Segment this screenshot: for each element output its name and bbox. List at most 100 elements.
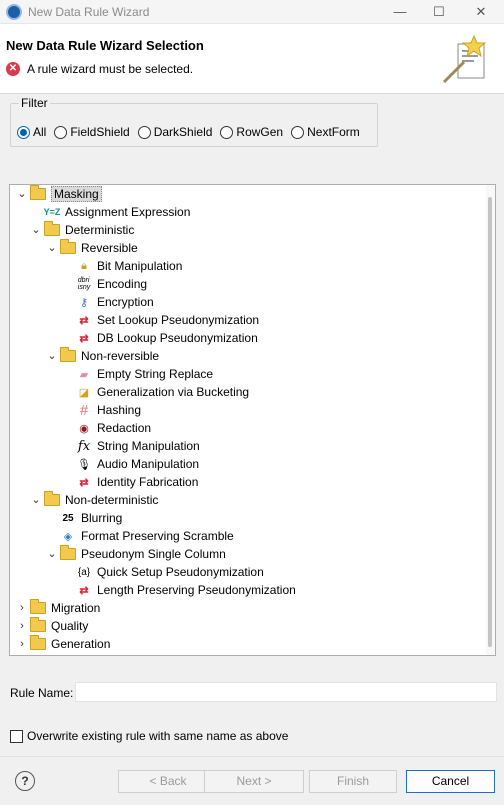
chevron-down-icon[interactable]: ⌄ xyxy=(46,347,58,365)
tree-item-label: Set Lookup Pseudonymization xyxy=(97,313,260,327)
tree-item-reversible[interactable]: ⌄ Reversible xyxy=(46,239,138,257)
encoding-icon: dbri isny xyxy=(77,277,91,291)
window-title: New Data Rule Wizard xyxy=(28,5,150,19)
tree-item-hashing[interactable]: # Hashing xyxy=(62,401,141,419)
finish-button[interactable]: Finish xyxy=(309,770,397,793)
folder-open-icon xyxy=(30,185,46,202)
tree-item-migration[interactable]: › Migration xyxy=(16,599,100,617)
tree-item-generation[interactable]: › Generation xyxy=(16,635,110,653)
tree-item-label: Generalization via Bucketing xyxy=(97,385,250,399)
minimize-icon[interactable]: — xyxy=(385,2,415,22)
tree-scrollbar[interactable] xyxy=(486,185,495,655)
filter-radio-fieldshield[interactable]: FieldShield xyxy=(54,125,130,139)
chevron-right-icon[interactable]: › xyxy=(16,617,28,635)
tree-item-masking[interactable]: ⌄ Masking xyxy=(16,185,102,203)
tree-item-encoding[interactable]: dbri isny Encoding xyxy=(62,275,147,293)
tree-item-non-reversible[interactable]: ⌄ Non-reversible xyxy=(46,347,159,365)
radio-label: All xyxy=(33,125,47,139)
pseudonym-icon: ⇄ xyxy=(79,476,89,489)
radio-label: RowGen xyxy=(236,125,284,139)
chevron-right-icon[interactable]: › xyxy=(16,599,28,617)
tree-item-bit-manipulation[interactable]: 🔒︎ Bit Manipulation xyxy=(62,257,182,275)
rule-name-label: Rule Name: xyxy=(10,686,74,700)
radio-dot[interactable] xyxy=(137,125,151,139)
wizard-banner: New Data Rule Wizard Selection ✕ A rule … xyxy=(0,24,504,94)
tree-item-string-manipulation[interactable]: fx String Manipulation xyxy=(62,437,200,455)
tree-item-encryption[interactable]: ⚷ Encryption xyxy=(62,293,154,311)
filter-radio-darkshield[interactable]: DarkShield xyxy=(137,125,213,139)
tree-item-db-lookup-pseudonymization[interactable]: ⇄ DB Lookup Pseudonymization xyxy=(62,329,258,347)
rule-tree[interactable]: ⌄ Masking Y=Z Assignment Expression ⌄ De… xyxy=(9,184,496,656)
radio-label: FieldShield xyxy=(70,125,130,139)
tree-item-format-preserving-scramble[interactable]: ◈ Format Preserving Scramble xyxy=(46,527,234,545)
tree-item-label: Quality xyxy=(51,619,89,633)
chevron-down-icon[interactable]: ⌄ xyxy=(16,185,28,203)
tree-item-label: Reversible xyxy=(81,241,138,255)
tree-item-identity-fabrication[interactable]: ⇄ Identity Fabrication xyxy=(62,473,198,491)
close-icon[interactable]: ✕ xyxy=(466,2,496,22)
tree-item-generalization-via-bucketing[interactable]: ◪ Generalization via Bucketing xyxy=(62,383,249,401)
tree-item-label: Format Preserving Scramble xyxy=(81,529,234,543)
radio-dot[interactable] xyxy=(220,125,234,139)
back-button[interactable]: < Back xyxy=(118,770,218,793)
tree-item-set-lookup-pseudonymization[interactable]: ⇄ Set Lookup Pseudonymization xyxy=(62,311,259,329)
tree-item-non-deterministic[interactable]: ⌄ Non-deterministic xyxy=(30,491,158,509)
tree-item-label: Bit Manipulation xyxy=(97,259,183,273)
help-icon[interactable]: ? xyxy=(15,771,35,791)
tree-item-pseudonym-single-column[interactable]: ⌄ Pseudonym Single Column xyxy=(46,545,226,563)
checkbox-box[interactable] xyxy=(10,729,23,743)
radio-dot[interactable] xyxy=(17,125,30,139)
tree-item-empty-string-replace[interactable]: ▰ Empty String Replace xyxy=(62,365,213,383)
folder-open-icon xyxy=(44,491,60,508)
chevron-down-icon[interactable]: ⌄ xyxy=(46,545,58,563)
chevron-down-icon[interactable]: ⌄ xyxy=(30,221,42,239)
tree-item-label: DB Lookup Pseudonymization xyxy=(97,331,258,345)
mask-icon: ◉ xyxy=(79,422,89,435)
chevron-down-icon[interactable]: ⌄ xyxy=(46,239,58,257)
tree-item-label: Encoding xyxy=(97,277,148,291)
radio-dot[interactable] xyxy=(291,125,305,139)
tree-item-redaction[interactable]: ◉ Redaction xyxy=(62,419,151,437)
radio-label: DarkShield xyxy=(153,125,213,139)
tree-item-label: Generation xyxy=(51,637,111,651)
tree-item-quick-setup-pseudonymization[interactable]: {a} Quick Setup Pseudonymization xyxy=(62,563,264,581)
cancel-button[interactable]: Cancel xyxy=(406,770,495,793)
chevron-down-icon[interactable]: ⌄ xyxy=(30,491,42,509)
tree-item-label: Pseudonym Single Column xyxy=(81,547,226,561)
filter-radio-nextform[interactable]: NextForm xyxy=(291,125,360,139)
folder-icon xyxy=(30,635,46,652)
chevron-right-icon[interactable]: › xyxy=(16,635,28,653)
scrollbar-thumb[interactable] xyxy=(488,197,492,647)
tree-item-label: String Manipulation xyxy=(97,439,200,453)
tree-item-blurring[interactable]: 25 Blurring xyxy=(46,509,122,527)
rule-name-input[interactable] xyxy=(75,682,497,702)
tree-item-length-preserving-pseudonymization[interactable]: ⇄ Length Preserving Pseudonymization xyxy=(62,581,296,599)
overwrite-checkbox[interactable]: Overwrite existing rule with same name a… xyxy=(10,729,288,743)
tree-item-assignment-expression[interactable]: Y=Z Assignment Expression xyxy=(30,203,191,221)
filter-radio-rowgen[interactable]: RowGen xyxy=(220,125,283,139)
wizard-graphic-icon xyxy=(442,34,487,84)
next-button[interactable]: Next > xyxy=(204,770,304,793)
tree-item-deterministic[interactable]: ⌄ Deterministic xyxy=(30,221,134,239)
folder-icon xyxy=(30,617,46,634)
tree-item-quality[interactable]: › Quality xyxy=(16,617,88,635)
pseudonym-icon: ⇄ xyxy=(79,584,89,597)
tree-item-label: Length Preserving Pseudonymization xyxy=(97,583,296,597)
maximize-icon[interactable]: ☐ xyxy=(424,2,454,22)
page-title: New Data Rule Wizard Selection xyxy=(6,38,204,53)
folder-open-icon xyxy=(60,239,76,256)
radio-dot[interactable] xyxy=(54,125,68,139)
blur-icon: 25 xyxy=(62,512,74,524)
folder-open-icon xyxy=(60,347,76,364)
tree-item-audio-manipulation[interactable]: 🎙︎ Audio Manipulation xyxy=(62,455,199,473)
tree-item-label: Blurring xyxy=(81,511,123,525)
filter-radio-all[interactable]: All xyxy=(17,125,46,139)
